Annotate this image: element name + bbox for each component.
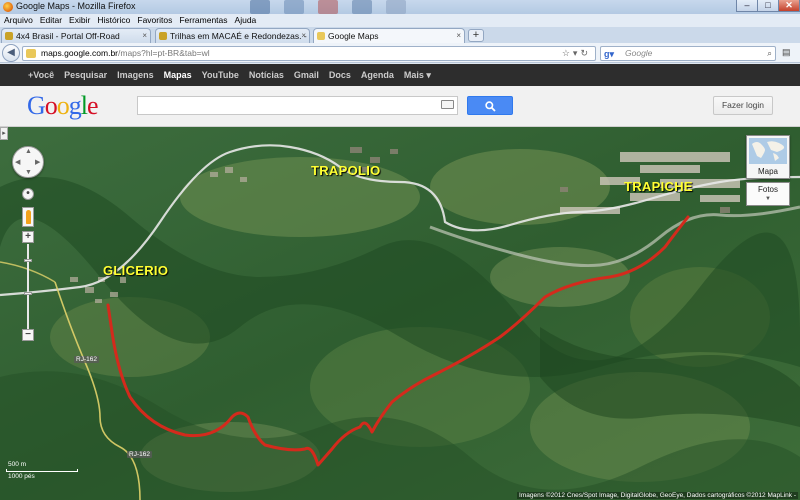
firefox-icon bbox=[3, 2, 13, 12]
taskbar-icons bbox=[250, 0, 406, 14]
scale-imperial: 1000 pés bbox=[8, 473, 35, 480]
zoom-slider-track[interactable] bbox=[27, 244, 29, 330]
address-bar[interactable]: maps.google.com.br/maps?hl=pt-BR&tab=wl … bbox=[22, 46, 596, 61]
pan-right-icon[interactable]: ▶ bbox=[35, 158, 40, 166]
navigation-bar: ◀ maps.google.com.br/maps?hl=pt-BR&tab=w… bbox=[0, 43, 800, 63]
tab-favicon bbox=[5, 32, 13, 40]
map-type-label: Mapa bbox=[757, 167, 778, 176]
taskbar-app-icon bbox=[284, 0, 304, 14]
gbar-noticias[interactable]: Notícias bbox=[249, 64, 284, 86]
keyboard-icon[interactable] bbox=[441, 100, 454, 109]
menu-ajuda[interactable]: Ajuda bbox=[235, 14, 257, 27]
window-title: Google Maps - Mozilla Firefox bbox=[16, 1, 136, 11]
zoom-slider-mark[interactable] bbox=[24, 292, 32, 295]
logo-letter: g bbox=[68, 91, 82, 120]
search-icon[interactable]: ⌕ bbox=[767, 47, 772, 60]
close-tab-icon[interactable]: × bbox=[142, 29, 147, 43]
satellite-map[interactable]: ▸ GLICERIO TRAPOLIO TRAPICHE RJ-162 RJ-1… bbox=[0, 127, 800, 500]
place-label-trapolio: TRAPOLIO bbox=[311, 163, 381, 178]
menu-ferramentas[interactable]: Ferramentas bbox=[179, 14, 227, 27]
tab-bar: 4x4 Brasil - Portal Off-Road × Trilhas e… bbox=[0, 27, 800, 43]
taskbar-app-icon bbox=[318, 0, 338, 14]
zoom-slider-handle[interactable] bbox=[24, 259, 32, 262]
back-button[interactable]: ◀ bbox=[2, 44, 20, 62]
menu-arquivo[interactable]: Arquivo bbox=[4, 14, 33, 27]
tab-label: 4x4 Brasil - Portal Off-Road bbox=[16, 31, 120, 41]
gbar-pesquisar[interactable]: Pesquisar bbox=[64, 64, 107, 86]
street-view-pegman-icon[interactable] bbox=[22, 207, 34, 227]
tab-trilhas-macae[interactable]: Trilhas em MACAÉ e Redondezas. - P... × bbox=[155, 28, 310, 43]
maps-search-input[interactable] bbox=[137, 96, 458, 115]
map-attribution: Imagens ©2012 Cnes/Spot Image, DigitalGl… bbox=[517, 492, 798, 499]
pan-control[interactable]: ▲ ▼ ◀ ▶ bbox=[12, 146, 44, 178]
place-label-glicerio: GLICERIO bbox=[103, 263, 169, 278]
gbar-mapas[interactable]: Mapas bbox=[164, 64, 192, 86]
gbar-voce[interactable]: +Você bbox=[28, 64, 54, 86]
menu-exibir[interactable]: Exibir bbox=[69, 14, 90, 27]
tab-label: Google Maps bbox=[328, 31, 379, 41]
window-titlebar: Google Maps - Mozilla Firefox – □ ✕ bbox=[0, 0, 800, 14]
collapse-panel-button[interactable]: ▸ bbox=[0, 127, 8, 140]
close-tab-icon[interactable]: × bbox=[456, 29, 461, 43]
gbar-mais[interactable]: Mais ▾ bbox=[404, 64, 431, 86]
login-button[interactable]: Fazer login bbox=[713, 96, 773, 115]
search-engine-icon[interactable]: g▾ bbox=[604, 48, 614, 61]
google-logo[interactable]: Google bbox=[27, 91, 99, 121]
search-icon bbox=[485, 101, 496, 112]
scale-metric: 500 m bbox=[8, 461, 27, 468]
logo-letter: e bbox=[87, 91, 99, 120]
menu-editar[interactable]: Editar bbox=[40, 14, 62, 27]
photos-label: Fotos bbox=[757, 185, 778, 194]
tab-label: Trilhas em MACAÉ e Redondezas. - P... bbox=[170, 31, 310, 41]
minimize-button[interactable]: – bbox=[736, 0, 758, 12]
close-window-button[interactable]: ✕ bbox=[778, 0, 800, 12]
zoom-in-button[interactable]: + bbox=[22, 231, 34, 243]
tab-favicon bbox=[159, 32, 167, 40]
url-host: maps.google.com.br bbox=[41, 48, 119, 58]
scale-bar bbox=[6, 469, 78, 472]
taskbar-app-icon bbox=[250, 0, 270, 14]
search-placeholder: Google bbox=[625, 48, 653, 58]
gbar-docs[interactable]: Docs bbox=[329, 64, 351, 86]
menu-bar: Arquivo Editar Exibir Histórico Favorito… bbox=[0, 14, 800, 27]
bookmark-star-and-reload-icons[interactable]: ☆▾↻ bbox=[562, 47, 591, 60]
map-type-toggle[interactable]: Mapa bbox=[746, 135, 790, 179]
photos-dropdown[interactable]: Fotos ▼ bbox=[746, 182, 790, 206]
url-path: /maps?hl=pt-BR&tab=wl bbox=[118, 48, 210, 58]
site-identity-icon[interactable] bbox=[26, 49, 36, 58]
gbar-youtube[interactable]: YouTube bbox=[202, 64, 239, 86]
bookmarks-menu-icon[interactable]: ▤ bbox=[782, 47, 791, 58]
chevron-down-icon: ▼ bbox=[765, 196, 771, 202]
zoom-out-button[interactable]: − bbox=[22, 329, 34, 341]
maps-search-button[interactable] bbox=[467, 96, 513, 115]
zoom-to-location-icon[interactable]: • bbox=[22, 188, 34, 200]
pan-left-icon[interactable]: ◀ bbox=[15, 158, 20, 166]
google-maps-favicon bbox=[317, 32, 325, 40]
taskbar-app-icon bbox=[386, 0, 406, 14]
maximize-button[interactable]: □ bbox=[757, 0, 779, 12]
pan-up-icon[interactable]: ▲ bbox=[25, 148, 32, 155]
logo-letter: o bbox=[44, 91, 58, 120]
new-tab-button[interactable]: + bbox=[468, 29, 484, 42]
google-services-bar: +Você Pesquisar Imagens Mapas YouTube No… bbox=[0, 64, 800, 86]
taskbar-app-icon bbox=[352, 0, 372, 14]
gbar-gmail[interactable]: Gmail bbox=[294, 64, 319, 86]
web-search-box[interactable]: g▾ Google ⌕ bbox=[600, 46, 776, 61]
pan-down-icon[interactable]: ▼ bbox=[25, 169, 32, 176]
logo-letter: o bbox=[56, 91, 70, 120]
world-map-icon bbox=[752, 141, 785, 161]
logo-letter: G bbox=[27, 91, 46, 120]
tab-google-maps[interactable]: Google Maps × bbox=[313, 28, 465, 43]
road-label-rj162: RJ-162 bbox=[127, 451, 152, 458]
gbar-agenda[interactable]: Agenda bbox=[361, 64, 394, 86]
menu-favoritos[interactable]: Favoritos bbox=[137, 14, 172, 27]
menu-historico[interactable]: Histórico bbox=[97, 14, 130, 27]
place-label-trapiche: TRAPICHE bbox=[624, 179, 693, 194]
maps-header: Google Fazer login bbox=[0, 86, 800, 127]
gbar-imagens[interactable]: Imagens bbox=[117, 64, 154, 86]
tab-4x4-brasil[interactable]: 4x4 Brasil - Portal Off-Road × bbox=[1, 28, 151, 43]
map-thumbnail bbox=[749, 138, 787, 164]
road-label-rj162: RJ-162 bbox=[74, 356, 99, 363]
close-tab-icon[interactable]: × bbox=[301, 29, 306, 43]
